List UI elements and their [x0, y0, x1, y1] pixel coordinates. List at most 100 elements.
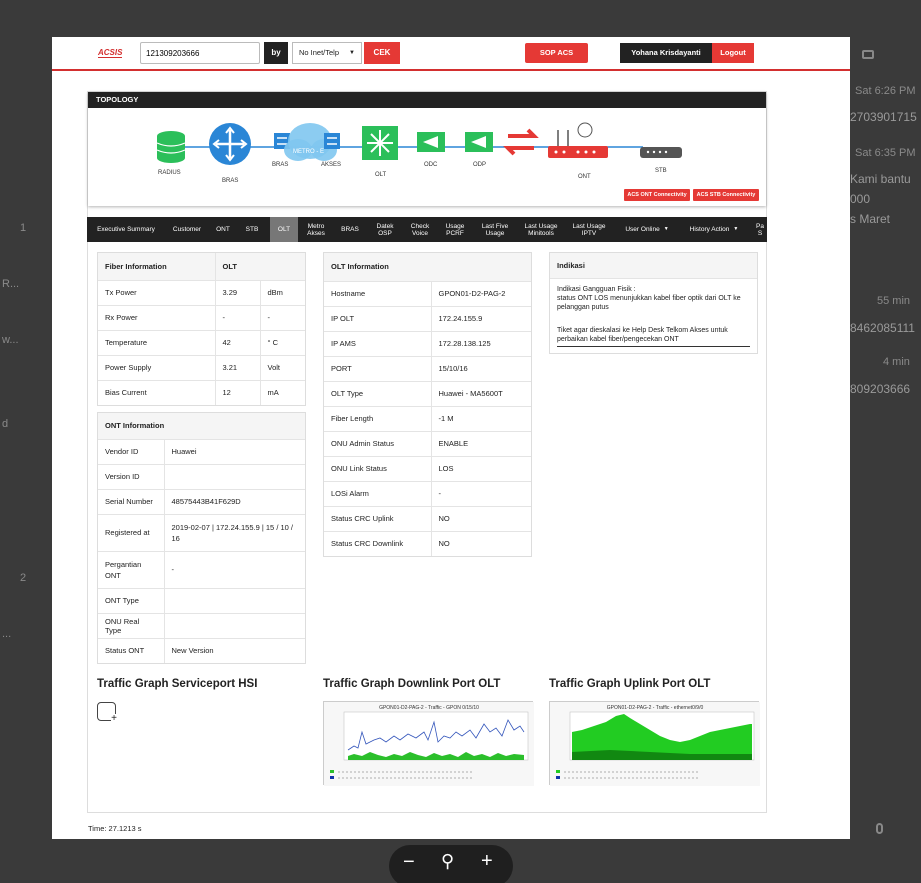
- tab-executive-summary[interactable]: Executive Summary: [89, 217, 163, 242]
- tab-olt[interactable]: OLT: [270, 217, 298, 242]
- downlink-graph-title: Traffic Graph Downlink Port OLT: [323, 678, 501, 690]
- bg-text: 1: [20, 222, 27, 234]
- table-row: Status CRC Downlink NO: [324, 530, 531, 556]
- zoom-out-icon[interactable]: −: [403, 851, 415, 874]
- tab-user-online[interactable]: User Online ▼: [620, 217, 674, 242]
- indikasi-header: Indikasi: [550, 253, 757, 279]
- node-label-akses: AKSES: [321, 162, 342, 168]
- tab-ont[interactable]: ONT: [211, 217, 235, 242]
- cell-label: IP AMS: [324, 330, 431, 356]
- cell-unit: ° C: [259, 329, 305, 355]
- cell-value: -: [163, 550, 305, 588]
- fiber-header-label: Fiber Information: [98, 253, 215, 280]
- indikasi-divider: [557, 346, 750, 347]
- cell-label: Registered at: [98, 513, 164, 551]
- app-header: ACSIS by No Inet/Telp ▼ CEK SOP ACS Yoha…: [52, 37, 850, 71]
- search-type-select[interactable]: No Inet/Telp ▼: [292, 42, 362, 64]
- tab-last-usage-iptv[interactable]: Last Usage IPTV: [569, 217, 609, 242]
- cell-label: Version ID: [98, 463, 164, 489]
- table-row: ONT Type: [98, 587, 305, 613]
- bg-text: 8462085111: [850, 321, 915, 335]
- table-row: IP OLT 172.24.155.9: [324, 305, 531, 331]
- uplink-graph-caption: GPON01-D2-PAG-2 - Traffic - ethernet0/9/…: [607, 705, 704, 711]
- plus-icon: +: [111, 713, 117, 724]
- zoom-in-icon[interactable]: +: [481, 850, 493, 873]
- bras-router-icon: [209, 123, 251, 165]
- tab-history-action[interactable]: History Action ▼: [683, 217, 745, 242]
- odp-icon: [465, 132, 493, 152]
- by-label: by: [264, 42, 288, 64]
- cell-value: 15/10/16: [430, 355, 531, 381]
- cell-label: Pergantian ONT: [98, 550, 164, 588]
- table-row: Serial Number 48575443B41F629D: [98, 488, 305, 514]
- table-row: IP AMS 172.28.138.125: [324, 330, 531, 356]
- topology-title: TOPOLOGY: [88, 92, 766, 108]
- logout-button[interactable]: Logout: [712, 43, 754, 63]
- table-row: OLT Type Huawei - MA5600T: [324, 380, 531, 406]
- tab-customer[interactable]: Customer: [167, 217, 207, 242]
- ont-information-panel: ONT Information Vendor ID Huawei Version…: [97, 412, 306, 664]
- table-row: PORT 15/10/16: [324, 355, 531, 381]
- cek-button[interactable]: CEK: [364, 42, 400, 64]
- tab-datek-osp[interactable]: Datek OSP: [370, 217, 400, 242]
- add-graph-icon[interactable]: +: [97, 702, 117, 724]
- tab-user-online-label: User Online: [625, 226, 660, 233]
- cell-value: 12: [214, 379, 260, 405]
- search-input[interactable]: [140, 42, 260, 64]
- uplink-graph-title: Traffic Graph Uplink Port OLT: [549, 678, 711, 690]
- radius-icon: [156, 131, 186, 163]
- acs-stb-connectivity-button[interactable]: ACS STB Connectivity: [693, 189, 759, 201]
- indikasi-line-1: Indikasi Gangguan Fisik :: [557, 286, 636, 293]
- bg-text: Kami bantu: [850, 172, 911, 186]
- caret-down-icon: ▼: [733, 226, 739, 232]
- cell-value: New Version: [163, 637, 305, 663]
- tab-last-five-usage[interactable]: Last Five Usage: [477, 217, 513, 242]
- node-label-bras: BRAS: [222, 178, 239, 184]
- tab-bras[interactable]: BRAS: [335, 217, 365, 242]
- cell-value: 2019-02-07 | 172.24.155.9 | 15 / 10 / 16: [163, 513, 305, 551]
- table-row: Rx Power - -: [98, 304, 305, 330]
- table-row: Tx Power 3.29 dBm: [98, 279, 305, 305]
- zoom-reset-icon[interactable]: ⚲: [441, 851, 454, 872]
- bg-text: 000: [850, 192, 871, 206]
- acs-ont-connectivity-button[interactable]: ACS ONT Connectivity: [624, 189, 690, 201]
- cell-label: Power Supply: [98, 354, 215, 380]
- indikasi-line-2: status ONT LOS menunjukkan kabel fiber o…: [557, 295, 741, 311]
- cell-value: -: [214, 304, 260, 330]
- table-row: Power Supply 3.21 Volt: [98, 354, 305, 380]
- cell-label: Status CRC Downlink: [324, 530, 431, 556]
- tab-overflow[interactable]: Pa S: [753, 217, 767, 242]
- cell-label: Tx Power: [98, 279, 215, 305]
- cell-value: 48575443B41F629D: [163, 488, 305, 514]
- olt-header-row: OLT Information: [324, 253, 531, 281]
- bg-text: ...: [2, 628, 12, 640]
- tab-last-usage-minitools[interactable]: Last Usage Minitools: [519, 217, 563, 242]
- bg-text: 55 min: [877, 295, 911, 307]
- ont-router-icon: [548, 122, 608, 158]
- tab-usage-pcrf[interactable]: Usage PCRF: [439, 217, 471, 242]
- acsis-logo: ACSIS: [98, 48, 123, 58]
- table-row: LOSi Alarm -: [324, 480, 531, 506]
- bg-text: Sat 6:26 PM: [855, 85, 916, 97]
- downlink-graph-caption: GPON01-D2-PAG-2 - Traffic - GPON 0/15/10: [379, 705, 479, 711]
- sop-acs-button[interactable]: SOP ACS: [525, 43, 588, 63]
- tab-check-voice[interactable]: Check Voice: [405, 217, 435, 242]
- cell-value: -: [430, 480, 531, 506]
- cell-label: Temperature: [98, 329, 215, 355]
- tab-metro-akses[interactable]: Metro Akses: [303, 217, 329, 242]
- bg-text: 809203666: [850, 382, 911, 396]
- tab-stb[interactable]: STB: [239, 217, 265, 242]
- ont-header-label: ONT Information: [98, 413, 305, 439]
- cell-label: PORT: [324, 355, 431, 381]
- cell-value: LOS: [430, 455, 531, 481]
- bg-text: s Maret: [850, 212, 891, 226]
- video-icon: [862, 50, 874, 59]
- cell-value: GPON01-D2-PAG-2: [430, 280, 531, 306]
- fiber-header-olt: OLT: [214, 253, 305, 280]
- tab-history-action-label: History Action: [689, 226, 730, 233]
- table-row: ONU Admin Status ENABLE: [324, 430, 531, 456]
- table-row: Status ONT New Version: [98, 637, 305, 663]
- cell-value: Huawei - MA5600T: [430, 380, 531, 406]
- node-label-odc: ODC: [424, 162, 438, 168]
- table-row: Temperature 42 ° C: [98, 329, 305, 355]
